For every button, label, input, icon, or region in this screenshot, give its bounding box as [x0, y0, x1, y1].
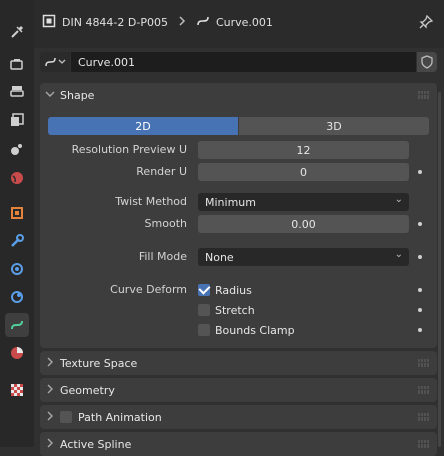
- drag-handle-icon[interactable]: [418, 386, 430, 394]
- path-animation-panel[interactable]: Path Animation: [40, 405, 437, 429]
- properties-header: DIN 4844-2 D-P005 Curve.001: [34, 0, 444, 48]
- output-icon[interactable]: [5, 80, 29, 104]
- bounds-clamp-label: Bounds Clamp: [215, 323, 295, 337]
- keyframe-dot-icon[interactable]: [418, 255, 422, 259]
- active-spline-title: Active Spline: [60, 437, 132, 451]
- shape-panel-title: Shape: [60, 88, 95, 102]
- twist-method-label: Twist Method: [115, 195, 187, 208]
- active-spline-panel[interactable]: Active Spline: [40, 432, 437, 456]
- breadcrumb-data-name[interactable]: Curve.001: [216, 16, 273, 29]
- chevron-down-icon: [40, 90, 60, 101]
- checkbox-checked-icon: [198, 284, 210, 296]
- mode-2d-button[interactable]: 2D: [48, 117, 238, 135]
- texture-space-title: Texture Space: [60, 356, 138, 370]
- path-animation-panel-header[interactable]: Path Animation: [40, 405, 437, 429]
- object-icon[interactable]: [5, 201, 29, 225]
- fill-mode-label: Fill Mode: [138, 250, 187, 263]
- chevron-down-icon: ⌄: [394, 194, 403, 205]
- dimensions-toggle: 2D 3D: [48, 117, 429, 135]
- drag-handle-icon[interactable]: [418, 91, 430, 99]
- render-u-label: Render U: [136, 165, 187, 178]
- mode-3d-button[interactable]: 3D: [239, 117, 429, 135]
- breadcrumb-object-name[interactable]: DIN 4844-2 D-P005: [62, 16, 168, 29]
- chevron-right-icon: [178, 15, 186, 29]
- keyframe-dot-icon[interactable]: [418, 308, 422, 312]
- chevron-right-icon: [40, 384, 60, 397]
- curve-data-icon[interactable]: [5, 313, 29, 337]
- path-animation-title: Path Animation: [78, 410, 162, 424]
- keyframe-dot-icon[interactable]: [418, 288, 422, 292]
- keyframe-dot-icon[interactable]: [418, 222, 422, 226]
- pin-icon[interactable]: [418, 14, 434, 30]
- active-spline-panel-header[interactable]: Active Spline: [40, 432, 437, 456]
- resolution-preview-u-field[interactable]: 12: [198, 141, 409, 159]
- chevron-down-icon: ⌄: [394, 249, 403, 260]
- resolution-preview-u-label: Resolution Preview U: [71, 143, 187, 156]
- path-animation-checkbox[interactable]: [60, 411, 72, 423]
- fill-mode-dropdown[interactable]: None ⌄: [198, 248, 409, 266]
- chevron-right-icon: [40, 411, 60, 424]
- keyframe-dot-icon[interactable]: [418, 328, 422, 332]
- render-icon[interactable]: [5, 52, 29, 76]
- chevron-right-icon: [40, 357, 60, 370]
- datablock-name-field[interactable]: Curve.001: [71, 52, 416, 72]
- texture-icon[interactable]: [5, 378, 29, 402]
- radius-checkbox[interactable]: Radius: [198, 282, 252, 298]
- particles-icon[interactable]: [5, 257, 29, 281]
- checkbox-unchecked-icon: [198, 304, 210, 316]
- bounds-clamp-checkbox[interactable]: Bounds Clamp: [198, 322, 295, 338]
- view-layer-icon[interactable]: [5, 108, 29, 132]
- twist-method-value: Minimum: [205, 195, 256, 209]
- curve-deform-label: Curve Deform: [110, 283, 187, 296]
- material-icon[interactable]: [5, 341, 29, 365]
- geometry-panel[interactable]: Geometry: [40, 378, 437, 402]
- scene-icon[interactable]: [5, 137, 29, 161]
- world-icon[interactable]: [5, 166, 29, 190]
- texture-space-panel[interactable]: Texture Space: [40, 351, 437, 375]
- breadcrumb: DIN 4844-2 D-P005 Curve.001: [42, 10, 273, 34]
- curve-icon: [196, 14, 210, 31]
- radius-label: Radius: [215, 283, 252, 297]
- datablock-selector: Curve.001: [40, 52, 437, 72]
- shape-panel-header[interactable]: Shape: [40, 83, 437, 107]
- chevron-right-icon: [40, 438, 60, 451]
- modifier-icon[interactable]: [5, 229, 29, 253]
- keyframe-dot-icon[interactable]: [418, 170, 422, 174]
- object-icon: [42, 14, 56, 31]
- stretch-label: Stretch: [215, 303, 255, 317]
- geometry-panel-header[interactable]: Geometry: [40, 378, 437, 402]
- smooth-label: Smooth: [144, 217, 187, 230]
- drag-handle-icon[interactable]: [418, 413, 430, 421]
- drag-handle-icon[interactable]: [418, 359, 430, 367]
- physics-icon[interactable]: [5, 285, 29, 309]
- texture-space-panel-header[interactable]: Texture Space: [40, 351, 437, 375]
- checkbox-unchecked-icon: [198, 324, 210, 336]
- smooth-field[interactable]: 0.00: [198, 215, 409, 233]
- render-u-field[interactable]: 0: [198, 163, 409, 181]
- browse-curve-button[interactable]: [40, 52, 70, 72]
- twist-method-dropdown[interactable]: Minimum ⌄: [198, 193, 409, 211]
- scrollbar[interactable]: [438, 92, 441, 447]
- stretch-checkbox[interactable]: Stretch: [198, 302, 255, 318]
- geometry-title: Geometry: [60, 383, 115, 397]
- fake-user-shield-icon[interactable]: [417, 52, 437, 72]
- properties-tab-bar: [0, 0, 34, 447]
- tool-icon[interactable]: [5, 20, 29, 44]
- fill-mode-value: None: [205, 250, 234, 264]
